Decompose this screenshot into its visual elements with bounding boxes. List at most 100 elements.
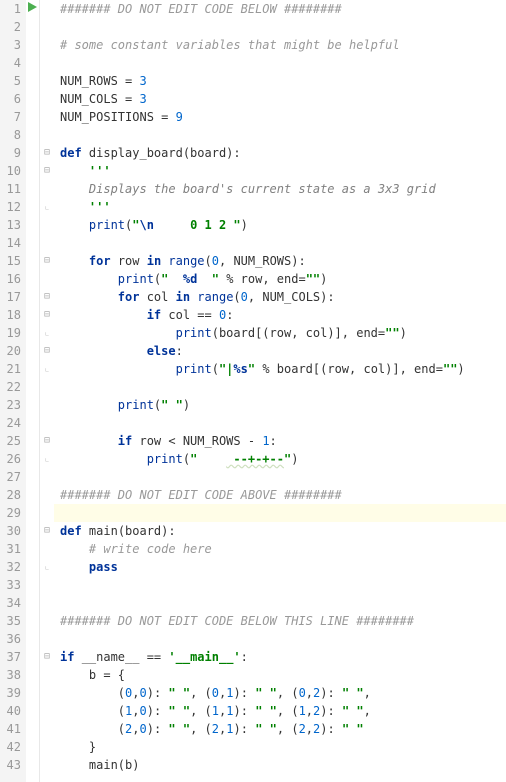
code-line[interactable]: (1,0): " ", (1,1): " ", (1,2): " ",: [54, 702, 506, 720]
code-line[interactable]: if col == 0:: [54, 306, 506, 324]
fold-gutter[interactable]: [40, 0, 54, 782]
fold-toggle-icon[interactable]: [40, 252, 54, 270]
code-line[interactable]: [54, 414, 506, 432]
code-line[interactable]: def main(board):: [54, 522, 506, 540]
code-line[interactable]: ####### DO NOT EDIT CODE BELOW ########: [54, 0, 506, 18]
line-number[interactable]: 41: [0, 720, 26, 738]
code-line[interactable]: [54, 54, 506, 72]
line-number[interactable]: 22: [0, 378, 26, 396]
line-number-gutter[interactable]: 1234567891011121314151617181920212223242…: [0, 0, 26, 782]
code-line[interactable]: print(" --+-+--"): [54, 450, 506, 468]
code-line[interactable]: print(" "): [54, 396, 506, 414]
code-line[interactable]: }: [54, 738, 506, 756]
line-number[interactable]: 4: [0, 54, 26, 72]
line-number[interactable]: 5: [0, 72, 26, 90]
line-number[interactable]: 11: [0, 180, 26, 198]
code-line[interactable]: pass: [54, 558, 506, 576]
fold-toggle-icon[interactable]: [40, 306, 54, 324]
code-line[interactable]: ''': [54, 198, 506, 216]
line-number[interactable]: 42: [0, 738, 26, 756]
line-number[interactable]: 3: [0, 36, 26, 54]
line-number[interactable]: 30: [0, 522, 26, 540]
code-line[interactable]: for row in range(0, NUM_ROWS):: [54, 252, 506, 270]
code-line[interactable]: [54, 18, 506, 36]
code-line[interactable]: ####### DO NOT EDIT CODE ABOVE ########: [54, 486, 506, 504]
line-number[interactable]: 15: [0, 252, 26, 270]
code-line[interactable]: print(" %d " % row, end=""): [54, 270, 506, 288]
line-number[interactable]: 24: [0, 414, 26, 432]
code-line[interactable]: main(b): [54, 756, 506, 774]
code-line[interactable]: [54, 234, 506, 252]
code-editor[interactable]: 1234567891011121314151617181920212223242…: [0, 0, 506, 782]
code-line[interactable]: [54, 468, 506, 486]
code-line[interactable]: [54, 126, 506, 144]
line-number[interactable]: 34: [0, 594, 26, 612]
code-area[interactable]: ####### DO NOT EDIT CODE BELOW ######## #…: [54, 0, 506, 782]
fold-toggle-icon[interactable]: [40, 288, 54, 306]
run-gutter[interactable]: [26, 0, 40, 782]
fold-toggle-icon[interactable]: [40, 648, 54, 666]
line-number[interactable]: 10: [0, 162, 26, 180]
line-number[interactable]: 35: [0, 612, 26, 630]
code-line[interactable]: [54, 594, 506, 612]
code-line[interactable]: [54, 630, 506, 648]
fold-toggle-icon[interactable]: [40, 432, 54, 450]
line-number[interactable]: 43: [0, 756, 26, 774]
code-line[interactable]: NUM_COLS = 3: [54, 90, 506, 108]
line-number[interactable]: 37: [0, 648, 26, 666]
line-number[interactable]: 2: [0, 18, 26, 36]
line-number[interactable]: 13: [0, 216, 26, 234]
line-number[interactable]: 19: [0, 324, 26, 342]
line-number[interactable]: 12: [0, 198, 26, 216]
line-number[interactable]: 29: [0, 504, 26, 522]
code-line[interactable]: (2,0): " ", (2,1): " ", (2,2): " ": [54, 720, 506, 738]
code-line[interactable]: (0,0): " ", (0,1): " ", (0,2): " ",: [54, 684, 506, 702]
line-number[interactable]: 32: [0, 558, 26, 576]
line-number[interactable]: 27: [0, 468, 26, 486]
code-line[interactable]: # write code here: [54, 540, 506, 558]
line-number[interactable]: 9: [0, 144, 26, 162]
code-line[interactable]: [54, 378, 506, 396]
fold-toggle-icon[interactable]: [40, 144, 54, 162]
code-line[interactable]: if __name__ == '__main__':: [54, 648, 506, 666]
code-line[interactable]: else:: [54, 342, 506, 360]
line-number[interactable]: 14: [0, 234, 26, 252]
code-line[interactable]: [54, 576, 506, 594]
line-number[interactable]: 33: [0, 576, 26, 594]
line-number[interactable]: 6: [0, 90, 26, 108]
line-number[interactable]: 21: [0, 360, 26, 378]
code-line[interactable]: ''': [54, 162, 506, 180]
line-number[interactable]: 18: [0, 306, 26, 324]
line-number[interactable]: 40: [0, 702, 26, 720]
line-number[interactable]: 1: [0, 0, 26, 18]
line-number[interactable]: 36: [0, 630, 26, 648]
code-line[interactable]: NUM_POSITIONS = 9: [54, 108, 506, 126]
line-number[interactable]: 38: [0, 666, 26, 684]
code-line[interactable]: b = {: [54, 666, 506, 684]
line-number[interactable]: 26: [0, 450, 26, 468]
code-line[interactable]: for col in range(0, NUM_COLS):: [54, 288, 506, 306]
code-line[interactable]: print(board[(row, col)], end=""): [54, 324, 506, 342]
line-number[interactable]: 23: [0, 396, 26, 414]
line-number[interactable]: 25: [0, 432, 26, 450]
line-number[interactable]: 28: [0, 486, 26, 504]
fold-toggle-icon[interactable]: [40, 522, 54, 540]
code-line[interactable]: print("\n 0 1 2 "): [54, 216, 506, 234]
line-number[interactable]: 8: [0, 126, 26, 144]
code-line[interactable]: print("|%s" % board[(row, col)], end=""): [54, 360, 506, 378]
line-number[interactable]: 39: [0, 684, 26, 702]
line-number[interactable]: 17: [0, 288, 26, 306]
code-line[interactable]: ####### DO NOT EDIT CODE BELOW THIS LINE…: [54, 612, 506, 630]
code-line[interactable]: def display_board(board):: [54, 144, 506, 162]
fold-toggle-icon[interactable]: [40, 342, 54, 360]
line-number[interactable]: 31: [0, 540, 26, 558]
code-line[interactable]: Displays the board's current state as a …: [54, 180, 506, 198]
code-line[interactable]: [54, 504, 506, 522]
line-number[interactable]: 16: [0, 270, 26, 288]
line-number[interactable]: 20: [0, 342, 26, 360]
fold-toggle-icon[interactable]: [40, 162, 54, 180]
code-line[interactable]: NUM_ROWS = 3: [54, 72, 506, 90]
code-line[interactable]: # some constant variables that might be …: [54, 36, 506, 54]
run-icon[interactable]: [26, 2, 39, 20]
code-line[interactable]: if row < NUM_ROWS - 1:: [54, 432, 506, 450]
